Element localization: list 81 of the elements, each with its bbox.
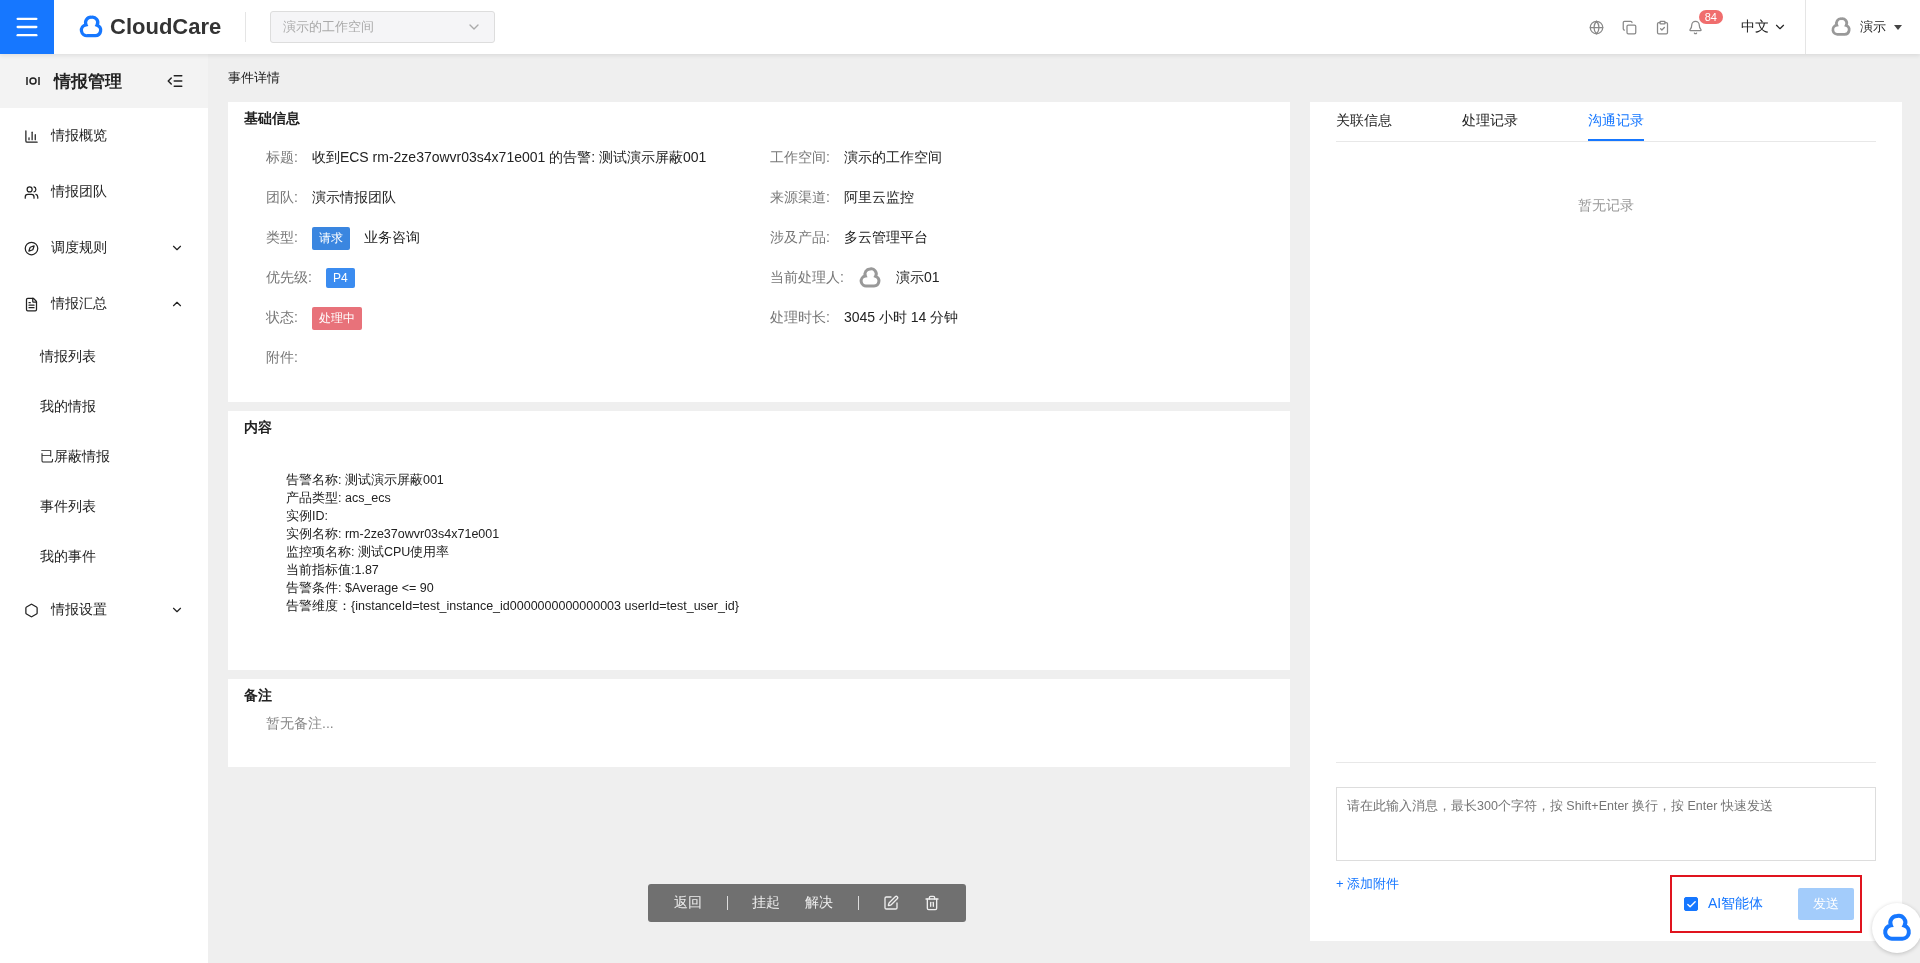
field-value: 演示情报团队 (311, 189, 396, 207)
tab[interactable]: 处理记录 (1462, 102, 1518, 141)
chart-icon (24, 128, 39, 144)
avatar-icon (857, 266, 882, 290)
message-input[interactable]: 请在此输入消息，最长300个字符，按 Shift+Enter 换行，按 Enter 快速发送 (1336, 787, 1876, 861)
add-attachment-link[interactable]: + 添加附件 (1336, 875, 1400, 893)
logo-text: CloudCare (110, 14, 222, 40)
field-value: 阿里云监控 (843, 189, 914, 207)
avatar-icon (1830, 16, 1852, 38)
field-label: 团队: (266, 189, 298, 207)
field-value: 3045 小时 14 分钟 (843, 309, 959, 327)
sidebar-title: 情报管理 (54, 70, 123, 93)
sidebar-item[interactable]: 情报团队 (0, 164, 208, 220)
content-line: 告警名称: 测试演示屏蔽001 (286, 472, 445, 489)
tag: P4 (325, 268, 355, 288)
tab[interactable]: 沟通记录 (1588, 102, 1644, 141)
content-line: 当前指标值:1.87 (286, 562, 380, 579)
clipboard-icon[interactable] (1654, 19, 1670, 35)
cloud-logo-icon (1881, 912, 1913, 944)
field-label: 附件: (266, 349, 298, 367)
assistant-button[interactable] (1872, 903, 1920, 953)
globe-icon[interactable] (1588, 19, 1604, 35)
content-line: 告警维度：{instanceId=test_instance_id0000000000000003 userId=test_user_id} (286, 598, 740, 615)
field-value: 演示的工作空间 (843, 149, 942, 167)
content-line: 实例名称: rm-2ze37owvr03s4x71e001 (286, 526, 501, 543)
action-button[interactable]: 解决 (804, 894, 833, 912)
menu-button[interactable] (0, 0, 54, 54)
field-label: 来源渠道: (770, 189, 830, 207)
card-title: 备注 (244, 687, 273, 705)
sidebar-subitem[interactable]: 情报列表 (0, 332, 208, 382)
field-value: 收到ECS rm-2ze37owvr03s4x71e001 的告警: 测试演示屏蔽001 (311, 149, 707, 167)
compass-icon (24, 240, 39, 256)
user-menu[interactable]: 演示 (1805, 0, 1920, 54)
tab[interactable]: 关联信息 (1336, 102, 1392, 141)
tag: 处理中 (311, 306, 362, 330)
field-label: 处理时长: (770, 309, 830, 327)
sidebar-item[interactable]: 情报汇总 (0, 276, 208, 332)
sidebar-subitem[interactable]: 我的事件 (0, 532, 208, 582)
field-label: 优先级: (266, 269, 312, 287)
tag: 请求 (311, 226, 350, 250)
people-icon (24, 184, 39, 200)
notification-icon[interactable] (1687, 19, 1703, 35)
empty-message: 暂无记录 (1578, 197, 1634, 213)
field-value: 演示01 (895, 269, 940, 287)
sidebar-item[interactable]: 情报概览 (0, 108, 208, 164)
sidebar-item[interactable]: 调度规则 (0, 220, 208, 276)
caret-icon (1894, 24, 1902, 30)
content-line: 监控项名称: 测试CPU使用率 (286, 544, 451, 561)
radar-icon (24, 74, 42, 88)
action-button[interactable]: 挂起 (752, 894, 781, 912)
content-line: 告警条件: $Average <= 90 (286, 580, 435, 597)
field-label: 工作空间: (770, 149, 830, 167)
field-label: 标题: (266, 149, 298, 167)
content-line: 实例ID: (286, 508, 329, 525)
field-label: 涉及产品: (770, 229, 830, 247)
field-label: 当前处理人: (770, 269, 844, 287)
action-button[interactable]: 返回 (674, 894, 703, 912)
sidebar-subitem[interactable]: 已屏蔽情报 (0, 432, 208, 482)
collapse-icon[interactable] (166, 72, 184, 90)
content-line: 产品类型: acs_ecs (286, 490, 392, 507)
language-select[interactable]: 中文 (1741, 18, 1787, 36)
cloud-logo-icon (78, 14, 104, 40)
field-value: 业务咨询 (363, 229, 420, 247)
checkbox-label: AI智能体 (1708, 895, 1764, 913)
empty-notes: 暂无备注... (265, 715, 335, 733)
notification-badge: 84 (1698, 10, 1723, 24)
sidebar-subitem[interactable]: 事件列表 (0, 482, 208, 532)
field-label: 状态: (266, 309, 298, 327)
card-title: 基础信息 (244, 110, 301, 128)
field-value: 多云管理平台 (843, 229, 928, 247)
edit-icon[interactable] (883, 895, 900, 911)
copy-icon[interactable] (1621, 19, 1637, 35)
sidebar-item[interactable]: 情报设置 (0, 582, 208, 638)
card-title: 内容 (244, 419, 273, 437)
checkbox[interactable] (1684, 897, 1698, 911)
document-icon (24, 296, 39, 312)
breadcrumb: 事件详情 (228, 69, 281, 87)
hexagon-icon (24, 602, 39, 618)
field-label: 类型: (266, 229, 298, 247)
sidebar-subitem[interactable]: 我的情报 (0, 382, 208, 432)
delete-icon[interactable] (923, 895, 940, 911)
